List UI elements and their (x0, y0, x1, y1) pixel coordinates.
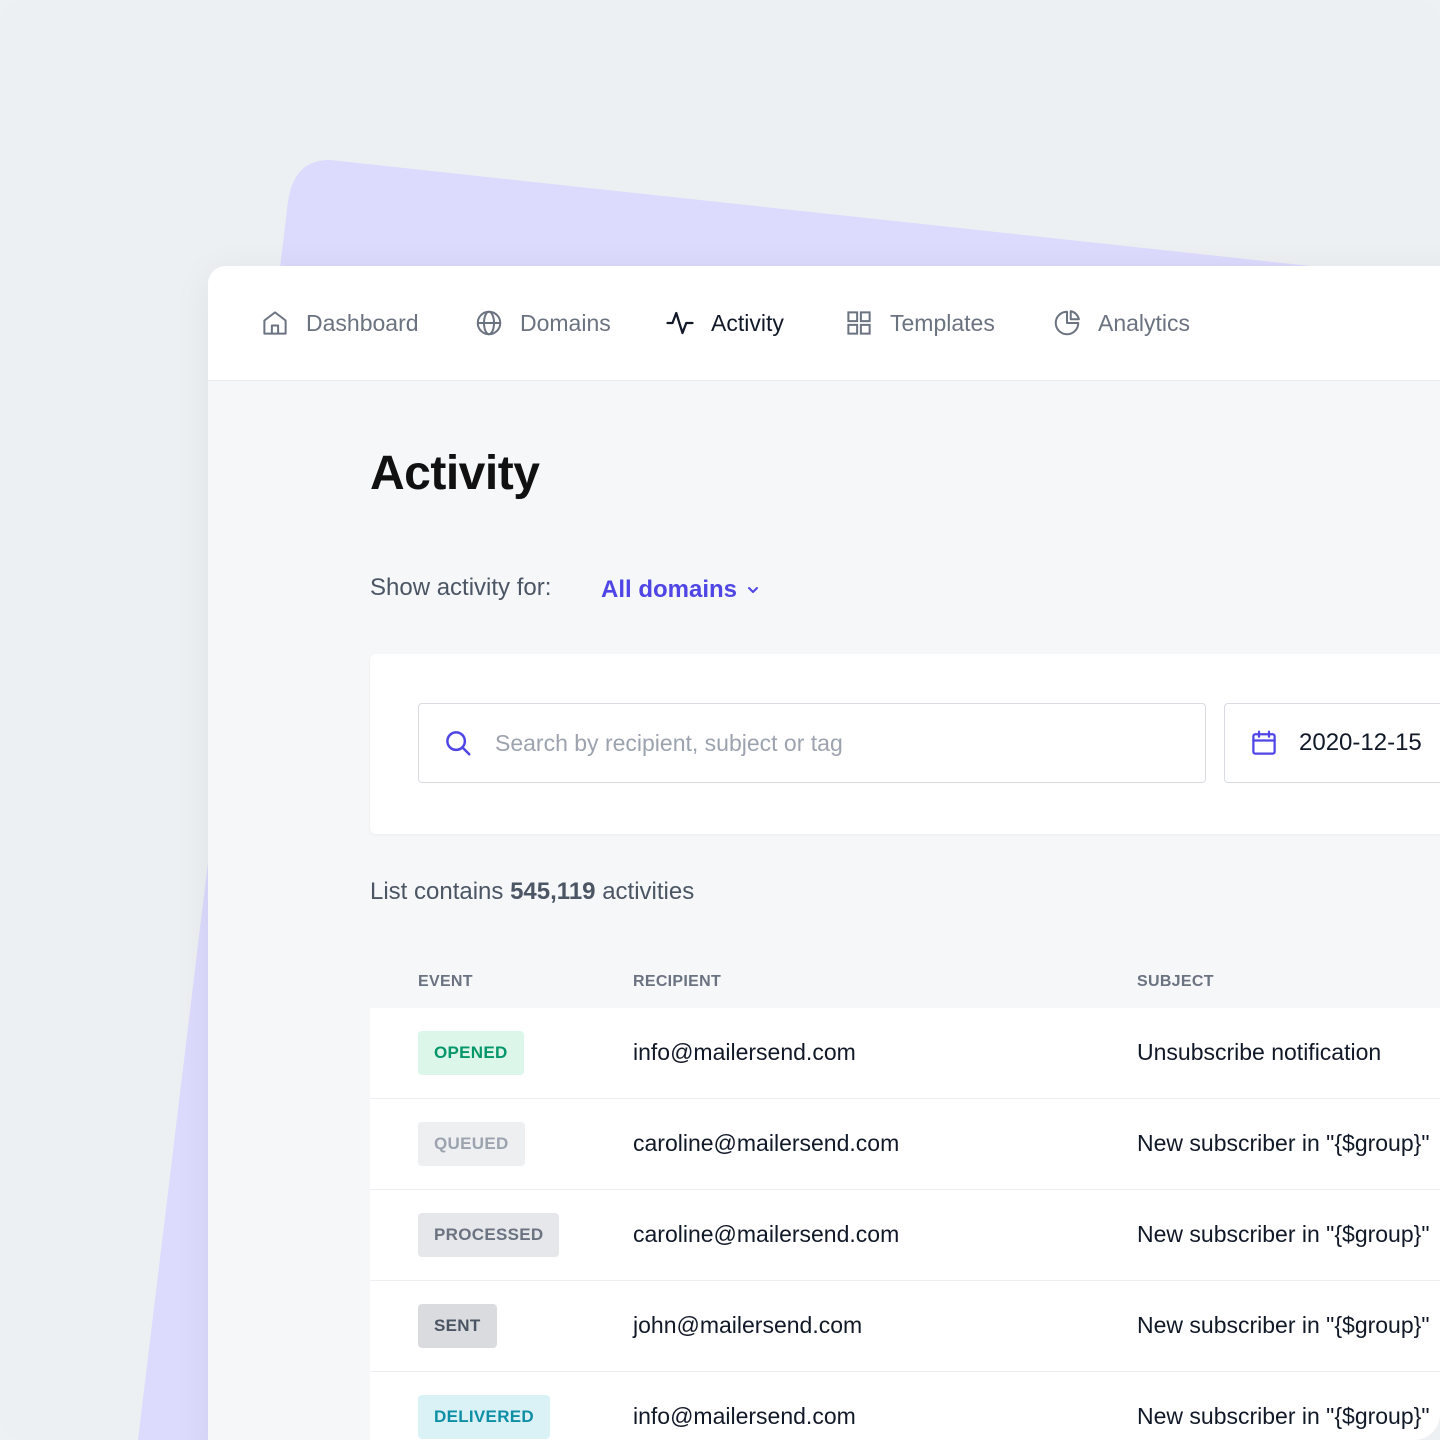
subject-cell: New subscriber in "{$group}" (1137, 1403, 1430, 1429)
count-value: 545,119 (510, 878, 596, 905)
activity-count: List contains 545,119 activities (370, 878, 694, 906)
nav-item-templates[interactable]: Templates (844, 306, 995, 340)
table-row[interactable]: OPENED info@mailersend.com Unsubscribe n… (370, 1008, 1440, 1099)
date-value: 2020-12-15 (1299, 729, 1422, 756)
nav-label: Analytics (1098, 309, 1191, 336)
search-panel: 2020-12-15 (370, 654, 1440, 834)
subject-cell: New subscriber in "{$group}" (1137, 1221, 1430, 1247)
nav-label: Domains (520, 309, 611, 336)
header-subject[interactable]: SUBJECT (1137, 973, 1214, 991)
header-recipient[interactable]: RECIPIENT (633, 973, 721, 991)
status-badge-processed: PROCESSED (418, 1213, 560, 1257)
nav-item-activity[interactable]: Activity (665, 306, 784, 340)
recipient-cell: john@mailersend.com (633, 1312, 863, 1338)
grid-icon (847, 311, 871, 335)
subject-cell: Unsubscribe notification (1137, 1039, 1382, 1065)
calendar-icon (1252, 730, 1276, 755)
nav-label: Activity (711, 309, 784, 336)
header-event[interactable]: EVENT (418, 973, 473, 991)
status-badge-delivered: DELIVERED (418, 1395, 550, 1439)
count-prefix: List contains (370, 878, 504, 905)
table-row[interactable]: DELIVERED info@mailersend.com New subscr… (370, 1372, 1440, 1440)
home-icon (263, 311, 287, 335)
recipient-cell: info@mailersend.com (633, 1039, 856, 1065)
domain-select[interactable]: All domains (601, 576, 761, 604)
subject-cell: New subscriber in "{$group}" (1137, 1130, 1430, 1156)
chevron-down-icon (748, 587, 759, 593)
pie-chart-icon (1054, 310, 1080, 336)
date-picker[interactable]: 2020-12-15 (1224, 703, 1440, 783)
table-row[interactable]: SENT john@mailersend.com New subscriber … (370, 1281, 1440, 1372)
activity-table: EVENT RECIPIENT SUBJECT OPENED info@mail… (370, 956, 1440, 1440)
count-suffix: activities (602, 878, 695, 905)
top-navigation: Dashboard Domains Activity Templates Ana… (208, 266, 1440, 381)
status-badge-opened: OPENED (418, 1031, 524, 1075)
nav-item-dashboard[interactable]: Dashboard (260, 306, 419, 340)
status-badge-sent: SENT (418, 1304, 497, 1348)
search-input[interactable] (493, 728, 1177, 758)
app-window: Dashboard Domains Activity Templates Ana… (208, 266, 1440, 1440)
nav-label: Templates (890, 309, 995, 336)
nav-item-analytics[interactable]: Analytics (1052, 306, 1190, 340)
domain-select-value: All domains (601, 576, 738, 603)
screenshot-frame: Dashboard Domains Activity Templates Ana… (0, 0, 1440, 1440)
page-title: Activity (370, 447, 540, 500)
status-badge-queued: QUEUED (418, 1122, 525, 1166)
table-row[interactable]: QUEUED caroline@mailersend.com New subsc… (370, 1099, 1440, 1190)
nav-label: Dashboard (306, 309, 419, 336)
activity-pulse-icon (666, 311, 694, 335)
recipient-cell: caroline@mailersend.com (633, 1130, 900, 1156)
recipient-cell: info@mailersend.com (633, 1403, 856, 1429)
search-icon (446, 731, 471, 756)
table-row[interactable]: PROCESSED caroline@mailersend.com New su… (370, 1190, 1440, 1281)
recipient-cell: caroline@mailersend.com (633, 1221, 900, 1247)
table-header: EVENT RECIPIENT SUBJECT (370, 956, 1440, 1008)
nav-item-domains[interactable]: Domains (474, 306, 611, 340)
globe-icon (476, 310, 502, 336)
filter-label: Show activity for: (370, 574, 552, 601)
subject-cell: New subscriber in "{$group}" (1137, 1312, 1430, 1338)
search-box[interactable] (418, 703, 1206, 783)
